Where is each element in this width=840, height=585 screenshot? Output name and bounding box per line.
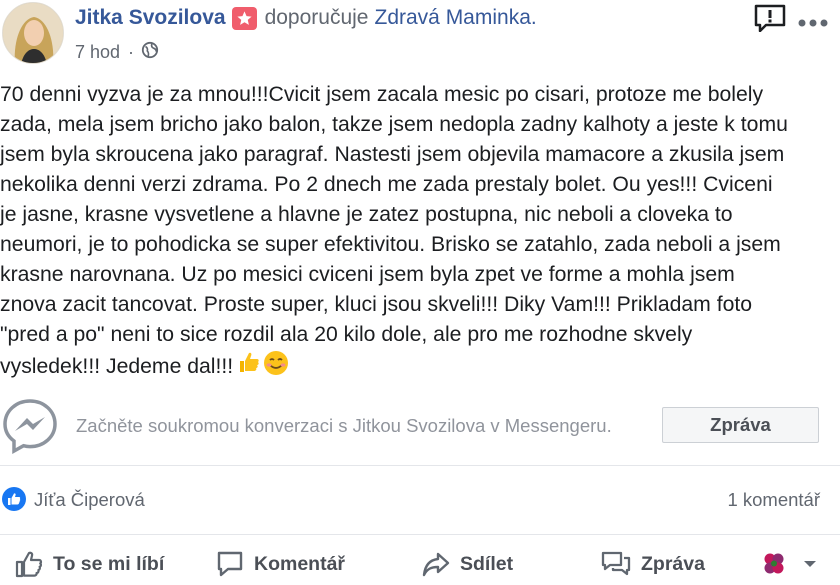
like-button[interactable]: To se mi líbí [14,547,164,581]
flower-avatar-icon [764,553,784,574]
comments-count[interactable]: 1 komentář [727,489,820,511]
recommends-text: doporučuje [264,6,369,29]
share-arrow-icon [422,552,450,577]
reactions-bar: Jíťa Čiperová 1 komentář [0,484,840,516]
post-meta: 7 hod · [75,41,159,64]
action-bar: To se mi líbí Komentář Sdílet Zpráva [0,534,840,585]
share-label: Sdílet [460,552,514,575]
thumbs-up-emoji-icon [237,350,261,385]
post-emojis [237,350,289,385]
send-message-button[interactable]: Zpráva [600,547,705,581]
smiling-face-emoji-icon [263,350,289,385]
page-name-link[interactable]: Zdravá Maminka. [375,6,537,30]
reaction-picker[interactable] [760,547,826,581]
comment-button[interactable]: Komentář [215,547,345,581]
more-options-icon[interactable] [798,14,828,27]
messenger-icon [2,398,58,454]
like-label: To se mi líbí [53,552,165,575]
header-line: Jitka Svozilova doporučuje Zdravá Mamink… [75,6,537,30]
thumbs-up-icon [15,551,43,578]
messenger-bar: Začněte soukromou konverzaci s Jitkou Sv… [0,390,840,466]
post-body: 70 denni vyzva je za mnou!!!Cvicit jsem … [0,80,836,385]
post-header: Jitka Svozilova doporučuje Zdravá Mamink… [0,0,840,72]
globe-icon[interactable] [141,41,159,64]
like-reaction-icon[interactable] [2,487,26,511]
dropdown-caret-icon [804,561,816,567]
recommendation-star-icon [231,6,257,30]
author-avatar[interactable] [2,2,64,64]
post-time[interactable]: 7 hod [75,42,120,63]
liker-name[interactable]: Jíťa Čiperová [34,489,145,511]
message-label: Zpráva [641,552,705,575]
post-text: 70 denni vyzva je za mnou!!!Cvicit jsem … [0,83,788,379]
messenger-prompt: Začněte soukromou konverzaci s Jitkou Sv… [76,415,612,436]
meta-separator: · [128,42,135,62]
message-bubbles-icon [601,551,631,576]
comment-icon [217,551,243,577]
comment-label: Komentář [254,552,346,575]
author-name[interactable]: Jitka Svozilova [75,6,226,30]
message-button[interactable]: Zpráva [662,407,819,443]
report-icon[interactable] [754,4,786,33]
share-button[interactable]: Sdílet [421,547,513,581]
